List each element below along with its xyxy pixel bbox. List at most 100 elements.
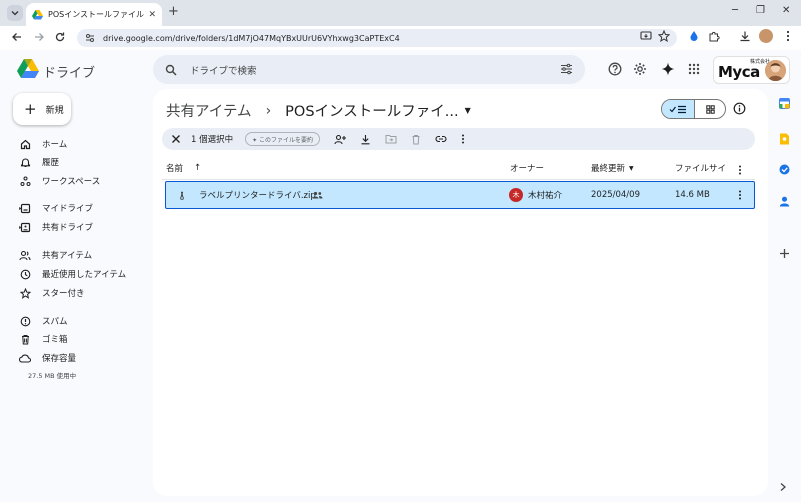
- sidebar-item-storage[interactable]: 保存容量: [18, 350, 76, 366]
- search-input[interactable]: ドライブで検索: [190, 63, 257, 77]
- sidebar-item-shared-with-me[interactable]: 共有アイテム: [18, 247, 92, 263]
- sidebar-item-shared-drives[interactable]: 共有ドライブ: [18, 219, 93, 235]
- sidebar-item-label: 共有ドライブ: [42, 223, 94, 233]
- forward-icon[interactable]: [33, 31, 45, 43]
- header-divider: [162, 179, 755, 180]
- tab-close-icon[interactable]: ✕: [148, 10, 156, 20]
- list-view-button[interactable]: [662, 100, 695, 118]
- new-button[interactable]: + 新規: [13, 93, 71, 125]
- breadcrumb-parent[interactable]: 共有アイテム: [166, 100, 252, 121]
- sidebar-item-starred[interactable]: スター付き: [18, 285, 85, 301]
- folder-menu-caret-icon[interactable]: ▼: [465, 106, 471, 115]
- sort-ascending-icon[interactable]: ↑: [194, 163, 201, 173]
- restore-button[interactable]: ❐: [756, 5, 765, 16]
- search-options-icon[interactable]: [560, 63, 573, 75]
- apps-grid-icon[interactable]: [687, 62, 701, 76]
- calendar-icon[interactable]: [779, 98, 790, 109]
- keep-icon[interactable]: [779, 133, 790, 145]
- breadcrumb-current-folder[interactable]: POSインストールファイ...: [285, 100, 458, 121]
- account-brand-chip[interactable]: 株式会社 Myca: [713, 56, 790, 84]
- sidebar-item-label: 最近使用したアイテム: [42, 270, 127, 280]
- download-icon[interactable]: [739, 30, 751, 42]
- sidebar-item-spam[interactable]: スパム: [18, 313, 68, 329]
- get-addons-icon[interactable]: [779, 248, 790, 259]
- sidebar-item-label: ゴミ箱: [42, 335, 68, 345]
- browser-tab[interactable]: POSインストールファイル - Google ドライブ ✕: [26, 3, 162, 26]
- tab-title: POSインストールファイル - Google ドライブ: [48, 10, 144, 19]
- info-icon[interactable]: [733, 102, 746, 115]
- sidebar-item-label: スパム: [42, 317, 68, 327]
- avatar-face-icon: [765, 60, 786, 81]
- share-action[interactable]: [334, 134, 347, 145]
- extension-drop-icon[interactable]: [688, 30, 700, 42]
- owner-cell: 木 木村祐介: [509, 182, 562, 208]
- brand-name: Myca: [718, 63, 760, 81]
- drive-logo-icon[interactable]: [17, 59, 39, 78]
- table-row[interactable]: ラベルプリンタードライバ.zip 木 木村祐介 2025/04/09 14.6 …: [165, 181, 755, 209]
- people-icon: [19, 250, 31, 260]
- expand-side-panel-icon[interactable]: [779, 482, 787, 492]
- workspace-icon: [20, 176, 30, 186]
- delete-action[interactable]: [411, 134, 421, 145]
- account-avatar[interactable]: [765, 60, 786, 81]
- sidebar-item-label: 履歴: [42, 158, 60, 168]
- sidebar-item-activity[interactable]: 履歴: [18, 154, 59, 170]
- settings-gear-icon[interactable]: [633, 62, 647, 76]
- help-icon[interactable]: [608, 62, 622, 76]
- address-bar[interactable]: drive.google.com/drive/folders/1dM7jO47M…: [77, 29, 677, 47]
- search-bar[interactable]: ドライブで検索: [153, 55, 585, 84]
- bookmark-star-icon[interactable]: [658, 30, 670, 42]
- column-options-icon[interactable]: [738, 165, 742, 175]
- gemini-sparkle-icon[interactable]: [661, 62, 675, 76]
- sidebar-item-trash[interactable]: ゴミ箱: [18, 331, 68, 347]
- more-vert-icon: [462, 134, 465, 144]
- column-header-size[interactable]: ファイルサイ: [675, 162, 726, 174]
- file-size: 14.6 MB: [675, 190, 710, 200]
- selection-toolbar: 1 個選択中 ✦ このファイルを要約: [162, 128, 755, 150]
- my-drive-icon: [20, 203, 30, 213]
- site-settings-icon[interactable]: [85, 33, 95, 43]
- clear-selection-icon[interactable]: [171, 134, 181, 144]
- column-header-modified[interactable]: 最終更新 ▼: [591, 162, 634, 174]
- extensions-puzzle-icon[interactable]: [708, 30, 720, 42]
- sidebar-item-my-drive[interactable]: マイドライブ: [18, 200, 93, 216]
- summarize-file-button[interactable]: ✦ このファイルを要約: [245, 132, 321, 146]
- close-window-button[interactable]: ✕: [782, 5, 790, 16]
- contacts-icon[interactable]: [779, 196, 790, 207]
- more-actions[interactable]: [461, 134, 465, 144]
- browser-menu-icon[interactable]: [782, 30, 794, 42]
- link-icon: [435, 135, 447, 143]
- chevron-down-icon: [11, 11, 19, 16]
- move-folder-icon: [385, 135, 397, 144]
- sidebar-item-recent[interactable]: 最近使用したアイテム: [18, 266, 126, 282]
- move-action[interactable]: [385, 134, 397, 144]
- tab-search-button[interactable]: [7, 5, 23, 21]
- file-name[interactable]: ラベルプリンタードライバ.zip: [199, 182, 316, 208]
- shared-drive-icon: [20, 222, 30, 232]
- breadcrumb: 共有アイテム › POSインストールファイ... ▼: [166, 100, 471, 121]
- tasks-icon[interactable]: [779, 164, 790, 175]
- grid-view-button[interactable]: [695, 100, 725, 118]
- new-tab-button[interactable]: +: [168, 5, 179, 19]
- trash-icon: [21, 334, 29, 344]
- row-more-icon[interactable]: [738, 190, 742, 200]
- cloud-icon: [19, 354, 31, 363]
- install-app-icon[interactable]: [640, 30, 652, 42]
- minimize-button[interactable]: ─: [732, 5, 738, 16]
- download-action[interactable]: [360, 134, 371, 145]
- reload-icon[interactable]: [54, 31, 66, 43]
- column-header-name[interactable]: 名前 ↑: [166, 162, 201, 174]
- sidebar-item-label: 保存容量: [42, 354, 77, 364]
- sort-dropdown-icon[interactable]: ▼: [629, 165, 634, 172]
- search-icon[interactable]: [165, 64, 177, 76]
- app-name[interactable]: ドライブ: [43, 62, 95, 81]
- sidebar-item-home[interactable]: ホーム: [18, 136, 67, 152]
- url-text: drive.google.com/drive/folders/1dM7jO47M…: [103, 33, 400, 43]
- trash-icon: [412, 134, 420, 144]
- profile-avatar[interactable]: [759, 29, 773, 43]
- copy-link-action[interactable]: [435, 135, 447, 143]
- sidebar-item-workspace[interactable]: ワークスペース: [18, 173, 100, 189]
- column-header-owner[interactable]: オーナー: [510, 162, 544, 174]
- back-icon[interactable]: [11, 31, 23, 43]
- clock-icon: [20, 269, 30, 279]
